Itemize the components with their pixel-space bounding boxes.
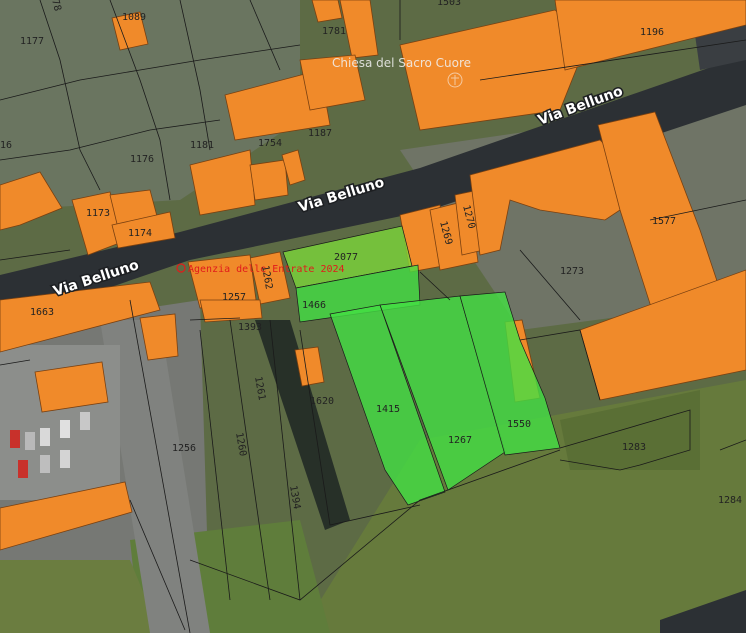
parcel-number[interactable]: 1663 [30, 307, 54, 318]
parcel-number[interactable]: 1781 [322, 26, 346, 37]
parcel-number[interactable]: 1466 [302, 300, 326, 311]
parcel-number[interactable]: 1176 [130, 154, 154, 165]
parcel-number[interactable]: 1256 [172, 443, 196, 454]
map-canvas[interactable]: Via Belluno Via Belluno Via Belluno Chie… [0, 0, 746, 633]
parcel-number[interactable]: 1754 [258, 138, 282, 149]
parcel-number[interactable]: 1257 [222, 292, 246, 303]
parcel-number[interactable]: 16 [0, 140, 12, 151]
parcel-number[interactable]: 1620 [310, 396, 334, 407]
parcel-number[interactable]: 2077 [334, 252, 358, 263]
parcel-number[interactable]: 1283 [622, 442, 646, 453]
parcel-number[interactable]: 1196 [640, 27, 664, 38]
parcel-number[interactable]: 1177 [20, 36, 44, 47]
parcel-number[interactable]: 1393 [238, 322, 262, 333]
parcel-number[interactable]: 1173 [86, 208, 110, 219]
parcel-number[interactable]: 1181 [190, 140, 214, 151]
parcel-number[interactable]: 1577 [652, 216, 676, 227]
cadastral-map[interactable]: Via Belluno Via Belluno Via Belluno Chie… [0, 0, 746, 633]
parcel-number[interactable]: 1284 [718, 495, 742, 506]
parcel-number[interactable]: 1415 [376, 404, 400, 415]
parcel-number[interactable]: 1187 [308, 128, 332, 139]
parcel-number[interactable]: 1550 [507, 419, 531, 430]
parcel-number[interactable]: 1089 [122, 12, 146, 23]
parcel-number[interactable]: 1267 [448, 435, 472, 446]
parcel-number[interactable]: 1174 [128, 228, 152, 239]
poi-chiesa-label[interactable]: Chiesa del Sacro Cuore [332, 56, 471, 70]
parcel-number[interactable]: 1273 [560, 266, 584, 277]
parcel-number[interactable]: 1503 [437, 0, 461, 8]
